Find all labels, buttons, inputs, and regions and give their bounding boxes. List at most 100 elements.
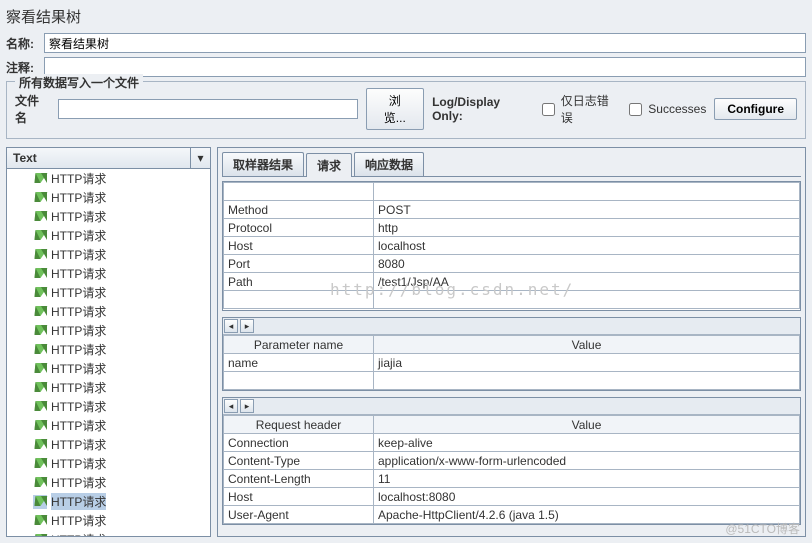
header-name: Content-Length — [224, 470, 374, 488]
sample-success-icon — [33, 305, 47, 319]
info-value: http — [374, 219, 800, 237]
info-key: Host — [224, 237, 374, 255]
sample-success-icon — [33, 286, 47, 300]
sample-success-icon — [33, 248, 47, 262]
tree-item-http-request[interactable]: HTTP请求 — [7, 397, 210, 416]
tree-item-http-request[interactable]: HTTP请求 — [7, 454, 210, 473]
sample-success-icon — [33, 400, 47, 414]
logdisplay-label: Log/Display Only: — [432, 95, 530, 123]
sample-success-icon — [33, 229, 47, 243]
tree-item-http-request[interactable]: HTTP请求 — [7, 226, 210, 245]
sample-success-icon — [33, 381, 47, 395]
tree-view-selector[interactable]: Text — [7, 148, 190, 168]
footer-watermark: @51CTO博客 — [725, 520, 800, 537]
tree-item-http-request[interactable]: HTTP请求 — [7, 264, 210, 283]
col-header-name: Request header — [224, 416, 374, 434]
tree-item-label: HTTP请求 — [51, 284, 106, 301]
tree-item-http-request[interactable]: HTTP请求 — [7, 340, 210, 359]
info-value: POST — [374, 201, 800, 219]
filename-label: 文件名 — [15, 92, 50, 126]
sample-success-icon — [33, 343, 47, 357]
tree-item-label: HTTP请求 — [51, 398, 106, 415]
tree-item-label: HTTP请求 — [51, 189, 106, 206]
headers-grid: ◂ ▸ Request headerValueConnectionkeep-al… — [222, 397, 801, 525]
sample-success-icon — [33, 457, 47, 471]
tree-item-http-request[interactable]: HTTP请求 — [7, 378, 210, 397]
tree-item-label: HTTP请求 — [51, 265, 106, 282]
col-header-value: Value — [374, 416, 800, 434]
detail-panel: 取样器结果 请求 响应数据 MethodPOSTProtocolhttpHost… — [217, 147, 806, 537]
configure-button[interactable]: Configure — [714, 98, 797, 120]
sample-success-icon — [33, 514, 47, 528]
tree-item-label: HTTP请求 — [51, 303, 106, 320]
sample-success-icon — [33, 191, 47, 205]
comment-input[interactable] — [44, 57, 806, 77]
header-name: User-Agent — [224, 506, 374, 524]
tree-item-label: HTTP请求 — [51, 322, 106, 339]
tab-request[interactable]: 请求 — [306, 153, 352, 177]
tree-item-label: HTTP请求 — [51, 474, 106, 491]
name-input[interactable] — [44, 33, 806, 53]
tree-item-label: HTTP请求 — [51, 246, 106, 263]
grid-collapse-icon[interactable]: ◂ — [224, 319, 238, 333]
tree-item-label: HTTP请求 — [51, 360, 106, 377]
sample-success-icon — [33, 495, 47, 509]
sample-success-icon — [33, 210, 47, 224]
tree-item-http-request[interactable]: HTTP请求 — [7, 473, 210, 492]
param-name: name — [224, 354, 374, 372]
col-param-value: Value — [374, 336, 800, 354]
info-key: Path — [224, 273, 374, 291]
info-value: /test1/Jsp/AA — [374, 273, 800, 291]
chevron-down-icon: ▾ — [197, 151, 203, 165]
only-errors-checkbox[interactable]: 仅日志错误 — [538, 92, 618, 126]
sample-success-icon — [33, 324, 47, 338]
name-label: 名称: — [6, 35, 44, 52]
tree-item-http-request[interactable]: HTTP请求 — [7, 188, 210, 207]
comment-label: 注释: — [6, 59, 44, 76]
request-info-grid: MethodPOSTProtocolhttpHostlocalhostPort8… — [222, 181, 801, 311]
tree-item-http-request[interactable]: HTTP请求 — [7, 302, 210, 321]
tree-item-label: HTTP请求 — [51, 170, 106, 187]
info-key: Port — [224, 255, 374, 273]
tree-item-http-request[interactable]: HTTP请求 — [7, 511, 210, 530]
header-name: Connection — [224, 434, 374, 452]
tree-item-label: HTTP请求 — [51, 417, 106, 434]
header-value: localhost:8080 — [374, 488, 800, 506]
tree-item-http-request[interactable]: HTTP请求 — [7, 245, 210, 264]
tree-item-http-request[interactable]: HTTP请求 — [7, 530, 210, 536]
tree-item-http-request[interactable]: HTTP请求 — [7, 359, 210, 378]
browse-button[interactable]: 浏览... — [366, 88, 425, 130]
tree-item-http-request[interactable]: HTTP请求 — [7, 207, 210, 226]
tree-item-http-request[interactable]: HTTP请求 — [7, 492, 210, 511]
grid-expand-icon[interactable]: ▸ — [240, 319, 254, 333]
header-name: Host — [224, 488, 374, 506]
tree-view-dropdown[interactable]: ▾ — [190, 148, 210, 168]
tree-item-http-request[interactable]: HTTP请求 — [7, 169, 210, 188]
param-value: jiajia — [374, 354, 800, 372]
header-value: keep-alive — [374, 434, 800, 452]
grid-collapse-icon[interactable]: ◂ — [224, 399, 238, 413]
tree-item-http-request[interactable]: HTTP请求 — [7, 416, 210, 435]
header-name: Content-Type — [224, 452, 374, 470]
tree-item-label: HTTP请求 — [51, 379, 106, 396]
tab-response-data[interactable]: 响应数据 — [354, 152, 424, 176]
page-title: 察看结果树 — [6, 4, 806, 33]
tree-item-label: HTTP请求 — [51, 227, 106, 244]
file-output-fieldset: 所有数据写入一个文件 文件名 浏览... Log/Display Only: 仅… — [6, 81, 806, 139]
sample-success-icon — [33, 419, 47, 433]
col-param-name: Parameter name — [224, 336, 374, 354]
successes-checkbox[interactable]: Successes — [625, 100, 706, 119]
sample-success-icon — [33, 476, 47, 490]
header-value: 11 — [374, 470, 800, 488]
tree-item-http-request[interactable]: HTTP请求 — [7, 283, 210, 302]
tree-item-http-request[interactable]: HTTP请求 — [7, 321, 210, 340]
sample-success-icon — [33, 533, 47, 537]
info-key: Method — [224, 201, 374, 219]
grid-expand-icon[interactable]: ▸ — [240, 399, 254, 413]
info-key: Protocol — [224, 219, 374, 237]
file-output-legend: 所有数据写入一个文件 — [15, 74, 143, 91]
tree-item-http-request[interactable]: HTTP请求 — [7, 435, 210, 454]
filename-input[interactable] — [58, 99, 358, 119]
params-grid: ◂ ▸ Parameter nameValuenamejiajia — [222, 317, 801, 391]
tab-sampler-result[interactable]: 取样器结果 — [222, 152, 304, 176]
